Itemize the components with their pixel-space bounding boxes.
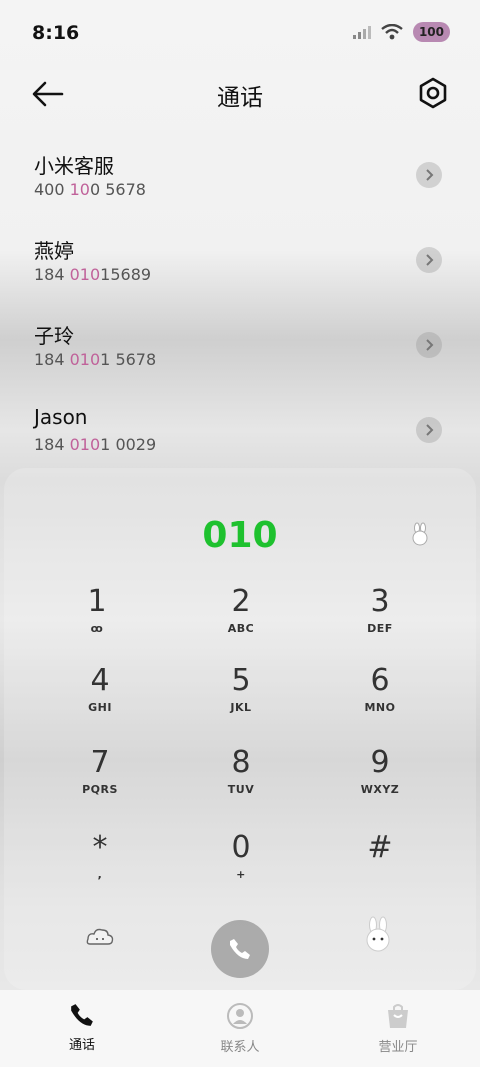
contact-number: 184 01015689 <box>34 265 152 284</box>
status-time: 8:16 <box>32 22 80 44</box>
contact-row[interactable]: 子玲 184 0101 5678 <box>0 320 480 400</box>
dialed-number: 010 <box>202 515 278 556</box>
tab-label: 营业厅 <box>378 1040 418 1055</box>
dial-key-8[interactable]: 8 TUV <box>186 745 296 817</box>
contact-number: 184 0101 0029 <box>34 435 157 454</box>
tab-label: 联系人 <box>220 1040 260 1055</box>
contact-detail-button[interactable] <box>416 162 442 188</box>
dial-key-hash[interactable]: # <box>325 830 435 902</box>
tab-label: 通话 <box>68 1038 95 1053</box>
phone-icon <box>230 939 250 959</box>
dial-key-4[interactable]: 4 GHI <box>45 663 155 735</box>
signal-icon <box>352 26 371 39</box>
status-icons: 100 <box>352 22 450 42</box>
bunny-sticker-button[interactable] <box>364 916 392 956</box>
dial-key-0[interactable]: 0 + <box>186 830 296 902</box>
contact-number: 400 100 5678 <box>34 180 146 199</box>
dial-key-5[interactable]: 5 JKL <box>186 663 296 735</box>
page-title: 通话 <box>217 85 263 111</box>
contact-detail-button[interactable] <box>416 417 442 443</box>
shop-bag-icon <box>388 1004 408 1028</box>
bunny-sticker-icon <box>412 522 428 546</box>
contacts-icon <box>227 1003 253 1029</box>
chevron-right-icon <box>426 169 434 181</box>
chevron-right-icon <box>426 424 434 436</box>
cloud-bunny-button[interactable] <box>86 924 114 952</box>
dial-key-3[interactable]: 3 DEF <box>325 584 435 656</box>
gear-icon <box>419 77 447 109</box>
bunny-sticker-icon <box>366 916 390 952</box>
settings-button[interactable] <box>416 76 450 110</box>
dial-key-1[interactable]: 1ꝏ <box>42 584 152 656</box>
call-button[interactable] <box>211 920 269 978</box>
dial-key-6[interactable]: 6 MNO <box>325 663 435 735</box>
contact-row[interactable]: 小米客服 400 100 5678 <box>0 150 480 230</box>
dial-key-star[interactable]: *, <box>45 830 155 902</box>
chevron-right-icon <box>426 339 434 351</box>
dial-key-2[interactable]: 2 ABC <box>186 584 296 656</box>
bottom-nav: 通话 联系人 营业厅 <box>0 990 480 1067</box>
contact-detail-button[interactable] <box>416 247 442 273</box>
contact-number: 184 0101 5678 <box>34 350 157 369</box>
bunny-sticker-button[interactable] <box>410 522 430 550</box>
wifi-icon <box>381 24 403 40</box>
tab-calls[interactable]: 通话 <box>22 990 142 1067</box>
contact-row[interactable]: 燕婷 184 01015689 <box>0 235 480 315</box>
contact-name: 小米客服 <box>34 154 114 178</box>
battery-badge: 100 <box>412 22 450 42</box>
cloud-bunny-icon <box>86 928 114 945</box>
contact-name: 燕婷 <box>34 239 74 263</box>
dial-key-7[interactable]: 7 PQRS <box>45 745 155 817</box>
tab-contacts[interactable]: 联系人 <box>180 990 300 1067</box>
phone-icon <box>71 1004 93 1026</box>
contact-name: 子玲 <box>34 324 74 348</box>
contact-detail-button[interactable] <box>416 332 442 358</box>
tab-service-hall[interactable]: 营业厅 <box>338 990 458 1067</box>
dial-key-9[interactable]: 9 WXYZ <box>325 745 435 817</box>
chevron-right-icon <box>426 254 434 266</box>
contact-name: Jason <box>34 405 88 429</box>
